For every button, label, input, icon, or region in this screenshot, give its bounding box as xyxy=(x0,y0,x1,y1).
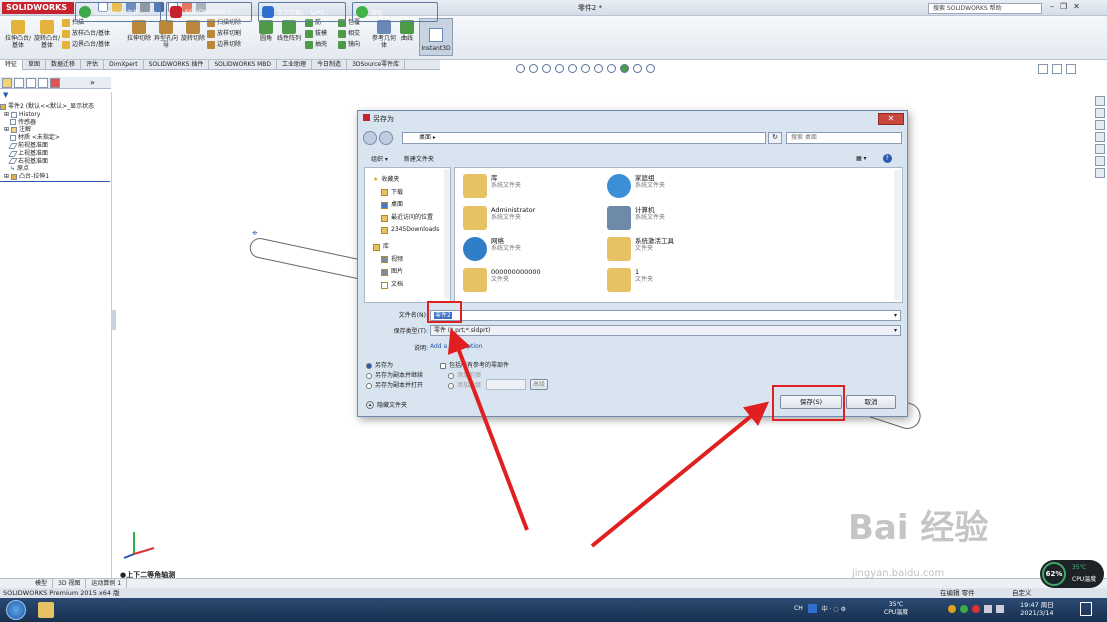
cpu-percent: 62% xyxy=(1042,562,1066,586)
cpu-temp: 35℃ xyxy=(1072,564,1087,571)
arrow-to-filename xyxy=(447,328,529,531)
cpu-label: CPU温度 xyxy=(1072,576,1097,583)
taskbar-item-wps[interactable]: 文字文稿1 - WPS... xyxy=(258,2,346,22)
tray-app-icon[interactable] xyxy=(972,605,980,613)
tray-app-icons xyxy=(948,605,1004,613)
ime-icon[interactable] xyxy=(807,604,817,613)
taskbar-clock[interactable]: 19:47 周日 2021/3/14 xyxy=(1020,601,1054,617)
tray-cpu-temp: 35℃ CPU温度 xyxy=(884,601,909,616)
model-tabs-bar: 模型 3D 视图 运动算例 1 xyxy=(0,578,1107,588)
cpu-monitor-widget: 62% 35℃ CPU温度 xyxy=(1040,560,1104,588)
units-dropdown[interactable]: 自定义 xyxy=(1012,588,1032,598)
show-desktop-icon[interactable] xyxy=(1080,602,1092,616)
taskbar-item-solidworks[interactable]: SOLIDWORKS P... xyxy=(166,2,252,22)
solidworks-app-icon xyxy=(170,6,182,18)
tab-3d-views[interactable]: 3D 视图 xyxy=(53,579,87,588)
tray-icons[interactable]: 中 · ◌ ⚙ xyxy=(822,604,846,613)
explorer-taskbar-icon[interactable] xyxy=(38,602,54,618)
status-bar: SOLIDWORKS Premium 2015 x64 版 在编辑 零件 自定义 xyxy=(0,588,1107,598)
taskbar-item-wechat[interactable]: 微信 xyxy=(352,2,438,22)
wechat-icon xyxy=(356,6,368,18)
tab-model[interactable]: 模型 xyxy=(30,579,54,588)
arrow-to-save xyxy=(590,401,770,548)
annotation-arrows xyxy=(447,328,770,548)
volume-icon[interactable] xyxy=(996,605,1004,613)
tab-motion-study[interactable]: 运动算例 1 xyxy=(86,579,128,588)
version-text: SOLIDWORKS Premium 2015 x64 版 xyxy=(3,589,120,597)
start-button-icon[interactable] xyxy=(6,600,26,620)
system-tray: CH 中 · ◌ ⚙ xyxy=(794,604,846,613)
windows-taskbar xyxy=(0,598,1107,622)
tray-app-icon[interactable] xyxy=(948,605,956,613)
wps-icon xyxy=(262,6,274,18)
editing-status: 在编辑 零件 xyxy=(940,589,975,597)
browser-icon xyxy=(79,6,91,18)
network-tray-icon[interactable] xyxy=(984,605,992,613)
taskbar-item-browser[interactable]: SolidWorks怎样... xyxy=(75,2,161,22)
tray-app-icon[interactable] xyxy=(960,605,968,613)
language-indicator[interactable]: CH xyxy=(794,605,803,612)
